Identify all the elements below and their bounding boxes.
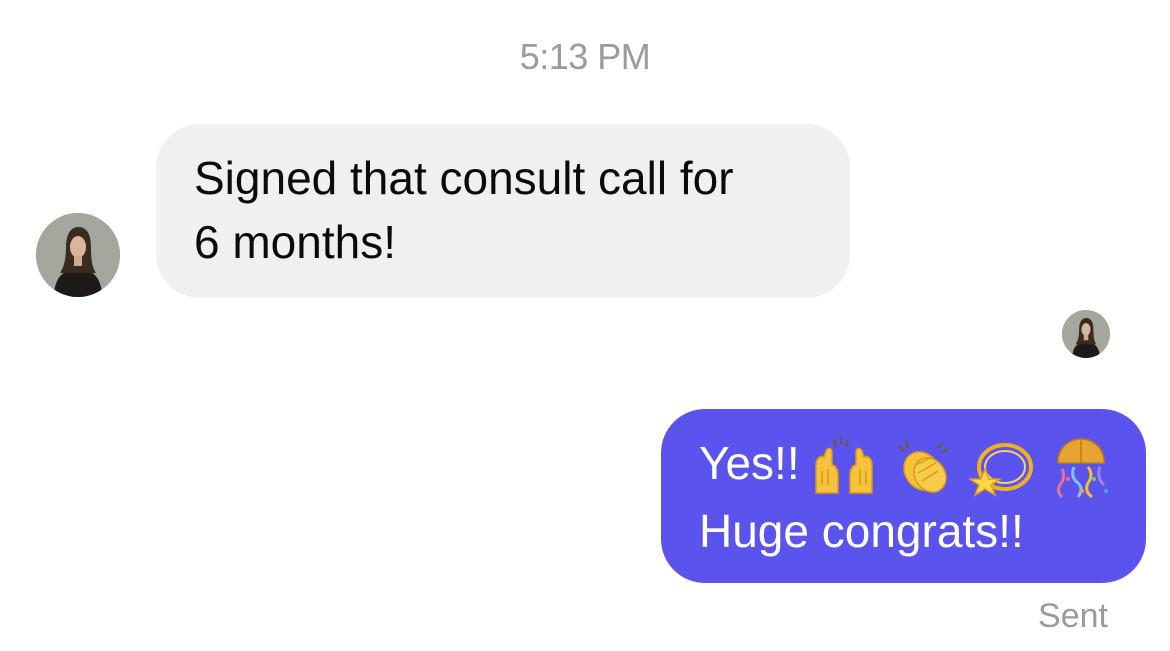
person-avatar-icon (36, 213, 120, 297)
contact-avatar[interactable] (36, 213, 120, 297)
person-avatar-icon (1062, 310, 1110, 358)
dizzy-star-emoji (969, 442, 1034, 497)
emoji-group (808, 435, 1114, 499)
outgoing-message-bubble[interactable]: Yes!! Huge congrats!! (661, 409, 1146, 583)
incoming-message-bubble[interactable]: Signed that consult call for 6 months! (156, 124, 850, 298)
delivery-status: Sent (1038, 597, 1108, 635)
outgoing-message-text-1: Yes!! (699, 437, 800, 489)
raising-hands-emoji (814, 436, 873, 494)
outgoing-message-line-2: Huge congrats!! (699, 504, 1024, 557)
incoming-message-line-2: 6 months! (194, 216, 396, 268)
confetti-ball-emoji (1056, 438, 1108, 499)
incoming-message-line-1: Signed that consult call for (194, 152, 734, 204)
message-timestamp: 5:13 PM (519, 36, 651, 77)
conversation-view: 5:13 PM Signed that consult call for 6 m… (0, 0, 1170, 651)
clapping-hands-emoji (899, 439, 950, 493)
read-receipt-avatar (1062, 310, 1110, 358)
outgoing-message-line-1: Yes!! (699, 431, 1108, 499)
